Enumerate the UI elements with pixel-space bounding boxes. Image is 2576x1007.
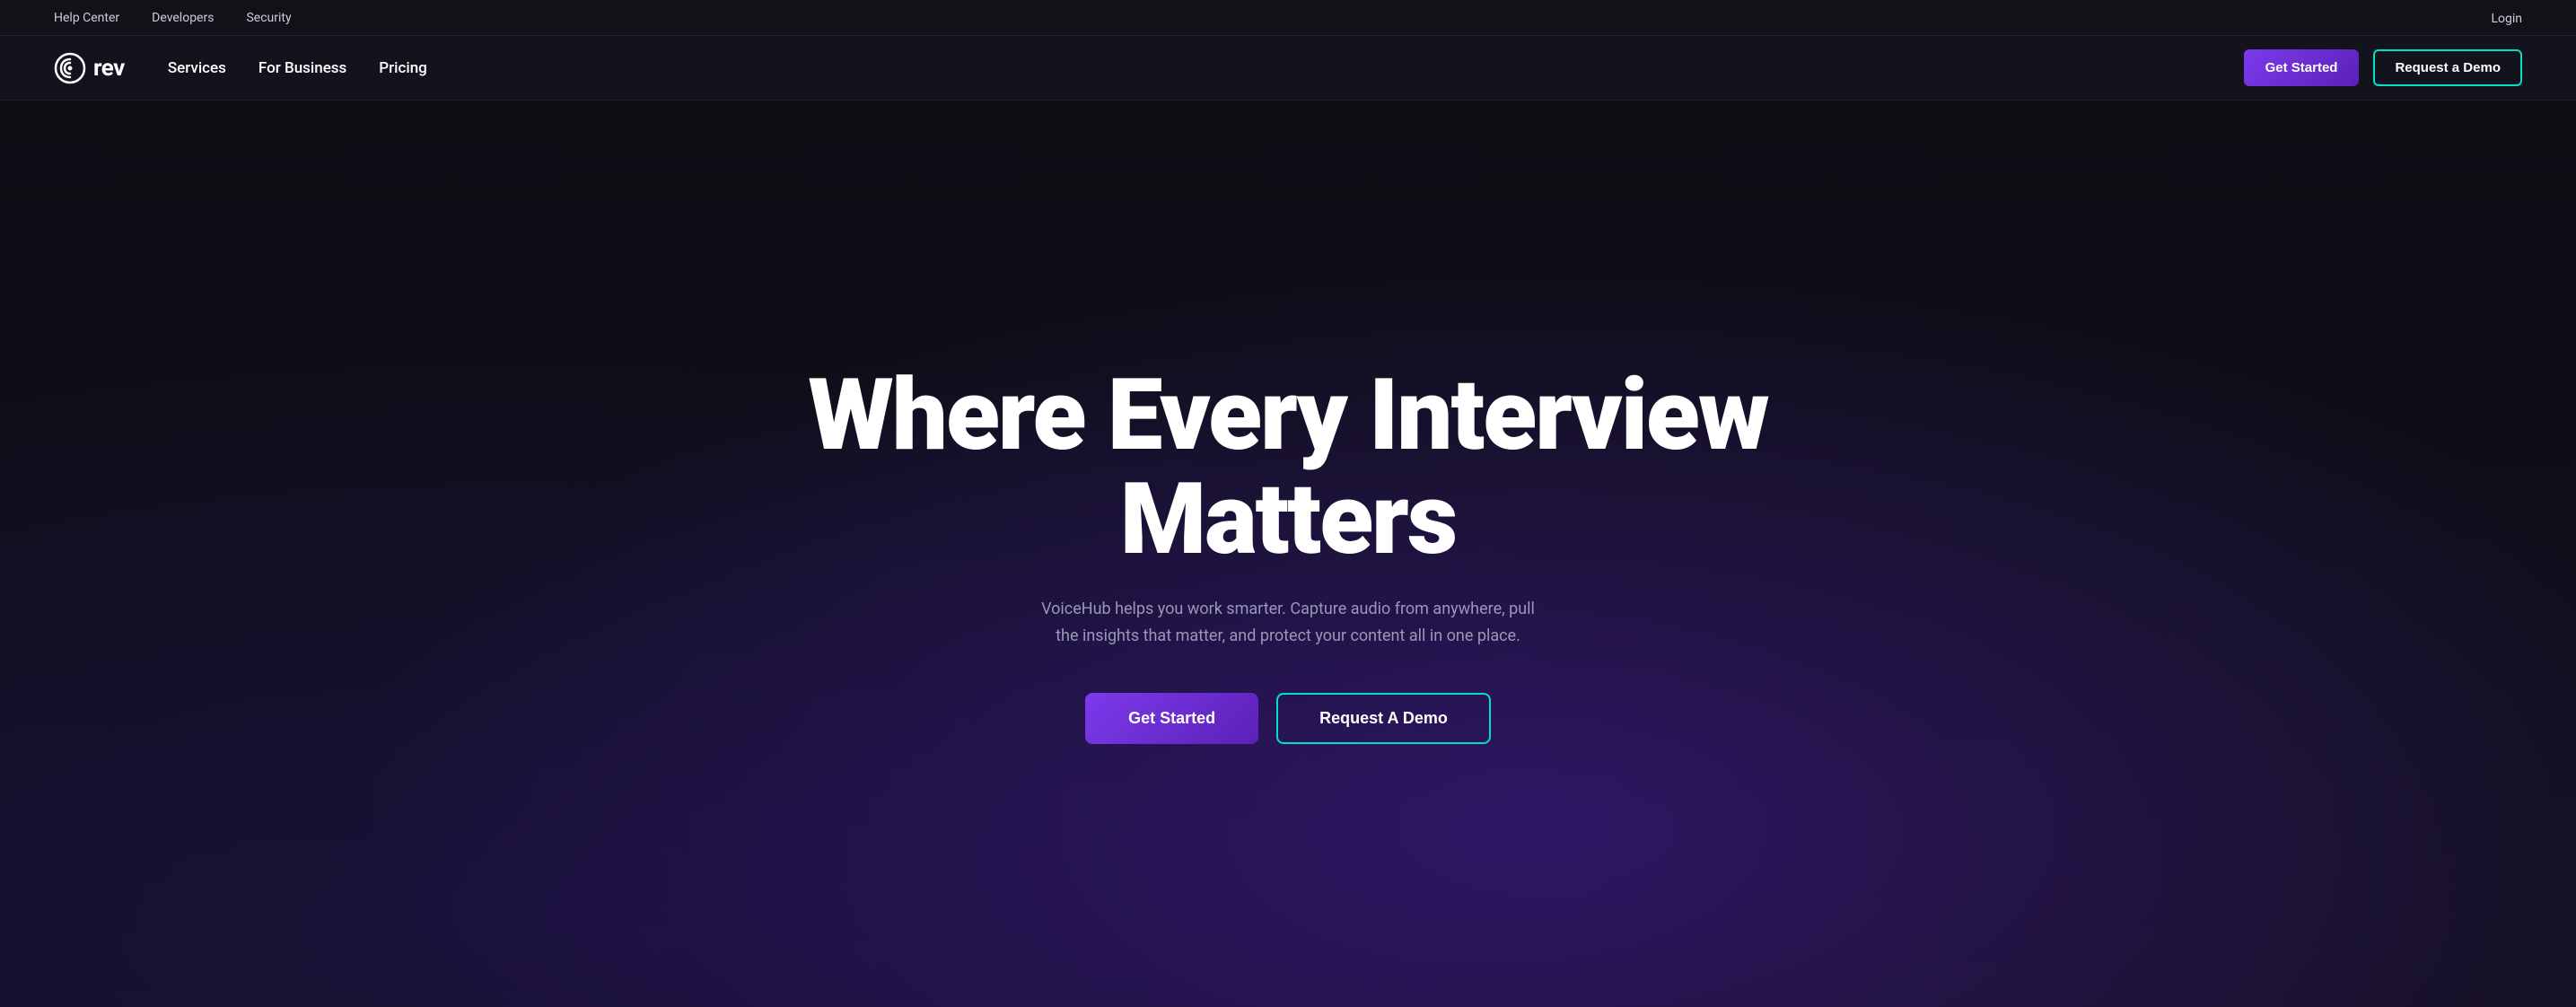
nav-request-demo-button[interactable]: Request a Demo [2373, 49, 2522, 86]
top-bar-right: Login [2491, 9, 2522, 26]
nav-get-started-button[interactable]: Get Started [2244, 49, 2360, 86]
hero-cta-buttons: Get Started Request A Demo [1085, 693, 1491, 744]
hero-title: Where Every Interview Matters [660, 363, 1916, 571]
developers-link[interactable]: Developers [152, 11, 214, 25]
nav-services[interactable]: Services [168, 59, 226, 77]
logo-text: rev [93, 55, 125, 82]
login-link[interactable]: Login [2491, 12, 2522, 26]
hero-get-started-button[interactable]: Get Started [1085, 693, 1258, 744]
nav-left: rev Services For Business Pricing [54, 52, 427, 84]
nav-for-business[interactable]: For Business [258, 59, 346, 77]
help-center-link[interactable]: Help Center [54, 11, 119, 25]
logo[interactable]: rev [54, 52, 125, 84]
security-link[interactable]: Security [246, 11, 291, 25]
nav-right: Get Started Request a Demo [2244, 49, 2522, 86]
hero-section: Where Every Interview Matters VoiceHub h… [0, 101, 2576, 1007]
nav-pricing[interactable]: Pricing [379, 59, 427, 77]
top-bar-links: Help Center Developers Security [54, 11, 292, 25]
hero-subtitle: VoiceHub helps you work smarter. Capture… [1037, 596, 1539, 649]
top-utility-bar: Help Center Developers Security Login [0, 0, 2576, 36]
main-navigation: rev Services For Business Pricing Get St… [0, 36, 2576, 101]
rev-logo-icon [54, 52, 86, 84]
hero-request-demo-button[interactable]: Request A Demo [1276, 693, 1491, 744]
nav-links: Services For Business Pricing [168, 59, 427, 77]
